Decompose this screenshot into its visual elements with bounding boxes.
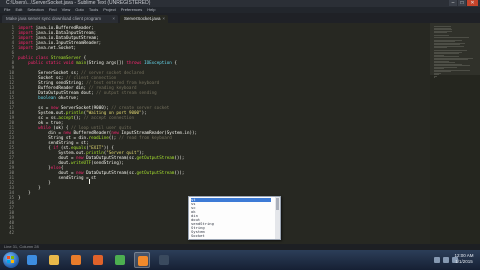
- minimap-row: [434, 32, 447, 33]
- title-bar: C:\Users\...\ServerSocket.java - Sublime…: [0, 0, 480, 7]
- code-token: );: [141, 110, 147, 115]
- code-token: boolean: [18, 95, 59, 100]
- sublime-taskbar-button[interactable]: [134, 252, 150, 268]
- close-button[interactable]: ✕: [467, 0, 478, 6]
- chrome-taskbar-button[interactable]: [112, 252, 128, 268]
- minimize-button[interactable]: –: [449, 0, 457, 6]
- code-line[interactable]: import java.net.Socket;: [18, 45, 76, 50]
- text-cursor: [89, 179, 90, 184]
- chrome-icon: [115, 255, 125, 265]
- ie-taskbar-button[interactable]: [24, 252, 40, 268]
- tab-close-icon[interactable]: ×: [162, 15, 165, 23]
- code-token: ();: [108, 135, 119, 140]
- code-token: ());: [174, 155, 185, 160]
- code-line[interactable]: boolean ok=true;: [18, 95, 79, 100]
- firefox-taskbar-button[interactable]: [90, 252, 106, 268]
- code-token: getOutputStream: [136, 170, 175, 175]
- code-token: {: [171, 60, 177, 65]
- explorer-icon: [49, 255, 59, 265]
- code-token: // output stream sending: [96, 90, 157, 95]
- network-icon[interactable]: [434, 257, 440, 263]
- ie-icon: [27, 255, 37, 265]
- tab-label: Make java server sync download client pr…: [6, 16, 102, 21]
- tab-label: ServerSocket.java: [124, 16, 161, 21]
- explorer-taskbar-button[interactable]: [46, 252, 62, 268]
- minimap-row: [434, 47, 448, 48]
- volume-icon[interactable]: [443, 257, 449, 263]
- code-token: (sendString);: [91, 160, 124, 165]
- windows-taskbar: 12:00 AM 1/1/2015: [0, 250, 480, 270]
- tab-server-socket[interactable]: ServerSocket.java ×: [120, 15, 168, 23]
- code-token: public static void: [18, 60, 76, 65]
- code-token: }: [18, 195, 21, 200]
- tab-download-program[interactable]: Make java server sync download client pr…: [2, 15, 118, 23]
- minimap[interactable]: [430, 23, 480, 244]
- code-line[interactable]: public static void main(String args[]) t…: [18, 60, 177, 65]
- sublime-icon: [138, 256, 148, 266]
- media-player-icon: [71, 255, 81, 265]
- taskbar-clock[interactable]: 12:00 AM 1/1/2015: [454, 253, 474, 265]
- autocomplete-item[interactable]: Socket: [191, 234, 271, 238]
- code-token: ok=true;: [58, 95, 79, 100]
- code-token: // accept connection: [83, 115, 134, 120]
- minimap-row: [434, 77, 435, 78]
- code-line[interactable]: }: [18, 195, 21, 200]
- code-token: throws: [126, 60, 145, 65]
- code-token: import: [18, 45, 36, 50]
- code-token: (String args[]): [86, 60, 127, 65]
- code-token: getOutputStream: [136, 155, 175, 160]
- terminal-icon: [159, 255, 169, 265]
- clock-date: 1/1/2015: [455, 259, 473, 264]
- code-token: ();: [73, 115, 84, 120]
- autocomplete-scrollbar[interactable]: [275, 197, 280, 239]
- code-token: // read from keyboard: [118, 135, 172, 140]
- window-controls: – □ ✕: [449, 0, 478, 7]
- firefox-icon: [93, 255, 103, 265]
- autocomplete-scroll-thumb[interactable]: [276, 198, 279, 210]
- code-token: IOException: [144, 60, 172, 65]
- minimap-row: [434, 36, 469, 38]
- media-player-taskbar-button[interactable]: [68, 252, 84, 268]
- window-title: C:\Users\...\ServerSocket.java - Sublime…: [6, 0, 151, 6]
- tab-close-icon[interactable]: ×: [112, 15, 115, 23]
- tab-bar: Make java server sync download client pr…: [0, 13, 480, 23]
- start-button[interactable]: [3, 252, 19, 268]
- code-token: writeUTF: [70, 160, 92, 165]
- windows-logo-icon: [7, 256, 15, 264]
- code-token: readLine: [88, 135, 109, 140]
- maximize-button[interactable]: □: [458, 0, 466, 6]
- terminal-taskbar-button[interactable]: [156, 252, 172, 268]
- code-token: ());: [174, 170, 185, 175]
- autocomplete-popup[interactable]: st ss sc ok din dout sendString String System Soc…: [188, 196, 281, 240]
- code-token: main: [76, 60, 87, 65]
- code-token: java.net.Socket;: [35, 45, 76, 50]
